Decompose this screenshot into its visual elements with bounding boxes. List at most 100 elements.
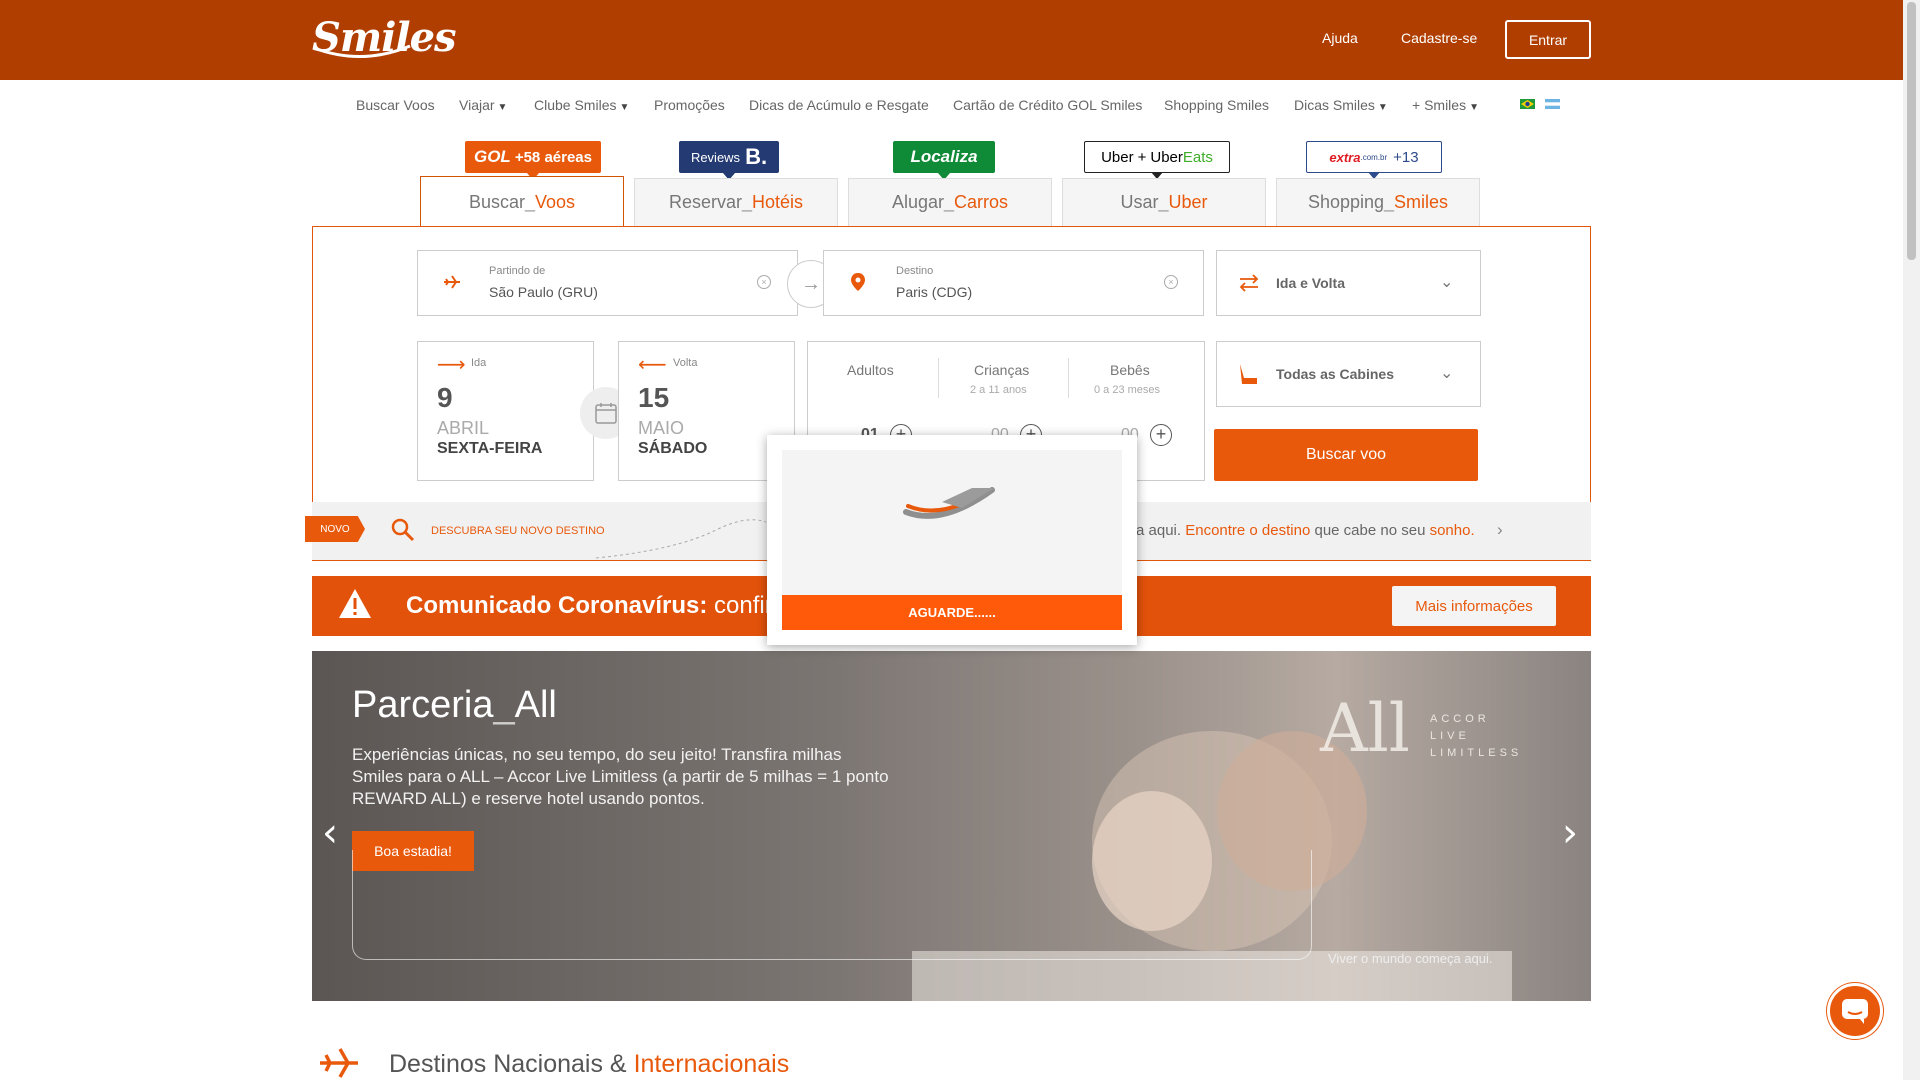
depart-label: Ida xyxy=(471,357,487,369)
clear-origin-icon[interactable]: × xyxy=(757,275,771,289)
plus-sign: + xyxy=(1137,148,1147,166)
nav-label: Shopping Smiles xyxy=(1164,97,1270,113)
logo-swoosh-icon xyxy=(313,44,411,59)
nav-label: Clube Smiles xyxy=(534,97,617,113)
divider xyxy=(938,358,939,398)
chevron-down-icon: ▼ xyxy=(1469,102,1479,113)
nav-viajar[interactable]: Viajar ▼ xyxy=(459,97,507,113)
return-label: Volta xyxy=(673,357,698,369)
tab-buscar-voos[interactable]: Buscar _ Voos xyxy=(420,176,624,228)
chevron-right-icon[interactable]: › xyxy=(1497,520,1503,540)
main-nav xyxy=(0,80,1903,130)
scrollbar-thumb[interactable] xyxy=(1907,2,1916,260)
infants-label: Bebês xyxy=(1110,362,1150,378)
depart-weekday: SEXTA-FEIRA xyxy=(437,440,543,457)
nav-clube-smiles[interactable]: Clube Smiles ▼ xyxy=(534,97,629,113)
tab-label: Shopping xyxy=(1307,192,1385,212)
search-flight-button[interactable]: Buscar voo xyxy=(1214,429,1478,481)
argentina-flag-icon[interactable] xyxy=(1545,99,1560,109)
top-header xyxy=(0,0,1903,80)
nav-dicas-acumulo[interactable]: Dicas de Acúmulo e Resgate xyxy=(749,97,929,113)
adults-label: Adultos xyxy=(847,362,894,378)
tab-label-highlight: Carros xyxy=(954,192,1009,212)
warning-icon xyxy=(339,589,371,618)
covid-title-strong: Comunicado Coronavírus: xyxy=(406,592,708,619)
localiza-logo: Localiza xyxy=(910,147,978,166)
localiza-badge: Localiza xyxy=(893,141,995,180)
tab-label-highlight: Voos xyxy=(535,192,576,212)
page-scrollbar[interactable] xyxy=(1903,0,1920,1080)
plane-icon xyxy=(320,1048,358,1078)
more-info-button[interactable]: Mais informações xyxy=(1392,586,1556,626)
nav-shopping-smiles[interactable]: Shopping Smiles xyxy=(1164,97,1269,113)
booking-reviews-badge: Reviews B. xyxy=(679,141,779,180)
destination-label: Destino xyxy=(896,265,934,277)
tab-usar-uber[interactable]: Usar _ Uber xyxy=(1062,178,1266,226)
login-button[interactable]: Entrar xyxy=(1505,20,1591,59)
tab-reservar-hoteis[interactable]: Reservar _ Hotéis xyxy=(634,178,838,226)
gol-badge-logo: GOL xyxy=(473,147,511,166)
chat-button[interactable] xyxy=(1827,983,1883,1039)
chevron-down-icon: ▼ xyxy=(1377,102,1388,113)
children-age: 2 a 11 anos xyxy=(970,384,1027,396)
booking-logo: B. xyxy=(745,144,768,169)
depart-arrow-icon: ⟶ xyxy=(437,354,466,376)
brazil-flag-icon[interactable] xyxy=(1520,99,1535,109)
carousel-next-arrow-icon[interactable]: › xyxy=(1562,810,1578,856)
carousel-prev-arrow-icon[interactable]: ‹ xyxy=(322,810,338,856)
hero-title: Parceria_All xyxy=(352,684,557,726)
search-icon xyxy=(391,518,415,542)
return-month: MAIO xyxy=(638,418,685,438)
loading-modal: AGUARDE...... xyxy=(767,435,1137,645)
chevron-down-icon: ▼ xyxy=(497,102,508,113)
tab-label: Alugar xyxy=(891,192,944,212)
destination-value[interactable]: Paris (CDG) xyxy=(896,284,972,300)
discover-text: a aqui. Encontre o destino que cabe no s… xyxy=(1136,522,1475,539)
tab-label-highlight: Hotéis xyxy=(752,192,804,212)
extra-logo: extra xyxy=(1329,149,1361,165)
nav-buscar-voos[interactable]: Buscar Voos xyxy=(356,97,435,113)
all-sub-line: ACCOR xyxy=(1430,713,1490,725)
hero-tagline: Viver o mundo começa aqui. xyxy=(1328,951,1493,966)
chevron-down-icon: ⌄ xyxy=(1440,365,1454,382)
origin-label: Partindo de xyxy=(489,265,546,277)
chat-icon xyxy=(1842,999,1868,1024)
seat-icon xyxy=(1240,364,1257,384)
chevron-down-icon: ⌄ xyxy=(1440,274,1454,291)
destination-field[interactable] xyxy=(823,250,1204,316)
nav-label: Dicas de Acúmulo e Resgate xyxy=(749,97,929,113)
swap-arrows-icon xyxy=(1239,274,1259,292)
nav-promocoes[interactable]: Promoções xyxy=(654,97,725,113)
tab-label-highlight: Smiles xyxy=(1394,192,1449,212)
uber-eats-logo: Uber xyxy=(1150,148,1183,166)
trip-type-value: Ida e Volta xyxy=(1276,275,1345,291)
help-link[interactable]: Ajuda xyxy=(1322,30,1358,46)
nav-cartao-credito[interactable]: Cartão de Crédito GOL Smiles xyxy=(953,97,1142,113)
origin-field[interactable] xyxy=(417,250,798,316)
dashed-flight-path xyxy=(596,519,766,559)
reviews-text: Reviews xyxy=(690,149,741,165)
nav-mais-smiles[interactable]: + Smiles ▼ xyxy=(1412,97,1479,113)
discover-text-link[interactable]: Encontre o destino xyxy=(1185,522,1310,539)
infants-plus-button[interactable]: + xyxy=(1150,424,1172,446)
nav-label: Promoções xyxy=(654,97,725,113)
tab-label: Buscar xyxy=(468,192,525,212)
tab-shopping-smiles[interactable]: Shopping _ Smiles xyxy=(1276,178,1480,226)
discover-text-pre: a aqui. xyxy=(1136,522,1182,539)
discover-link[interactable]: DESCUBRA SEU NOVO DESTINO xyxy=(431,525,605,537)
tab-alugar-carros[interactable]: Alugar _ Carros xyxy=(848,178,1052,226)
clear-destination-icon[interactable]: × xyxy=(1164,275,1178,289)
nav-label: Viajar xyxy=(459,97,495,113)
return-weekday: SÁBADO xyxy=(638,440,708,457)
infants-age: 0 a 23 meses xyxy=(1094,384,1161,396)
extra-domain: .com.br xyxy=(1360,152,1388,162)
hero-frame-line xyxy=(352,850,1312,960)
signup-link[interactable]: Cadastre-se xyxy=(1401,30,1477,46)
return-day: 15 xyxy=(638,382,670,413)
all-partner-logo: All xyxy=(1320,690,1410,767)
nav-dicas-smiles[interactable]: Dicas Smiles ▼ xyxy=(1294,97,1388,113)
section-title-a: Destinos Nacionais & xyxy=(389,1050,627,1078)
origin-value[interactable]: São Paulo (GRU) xyxy=(489,284,598,300)
children-label: Crianças xyxy=(974,362,1030,378)
new-tag: NOVO xyxy=(305,516,365,542)
